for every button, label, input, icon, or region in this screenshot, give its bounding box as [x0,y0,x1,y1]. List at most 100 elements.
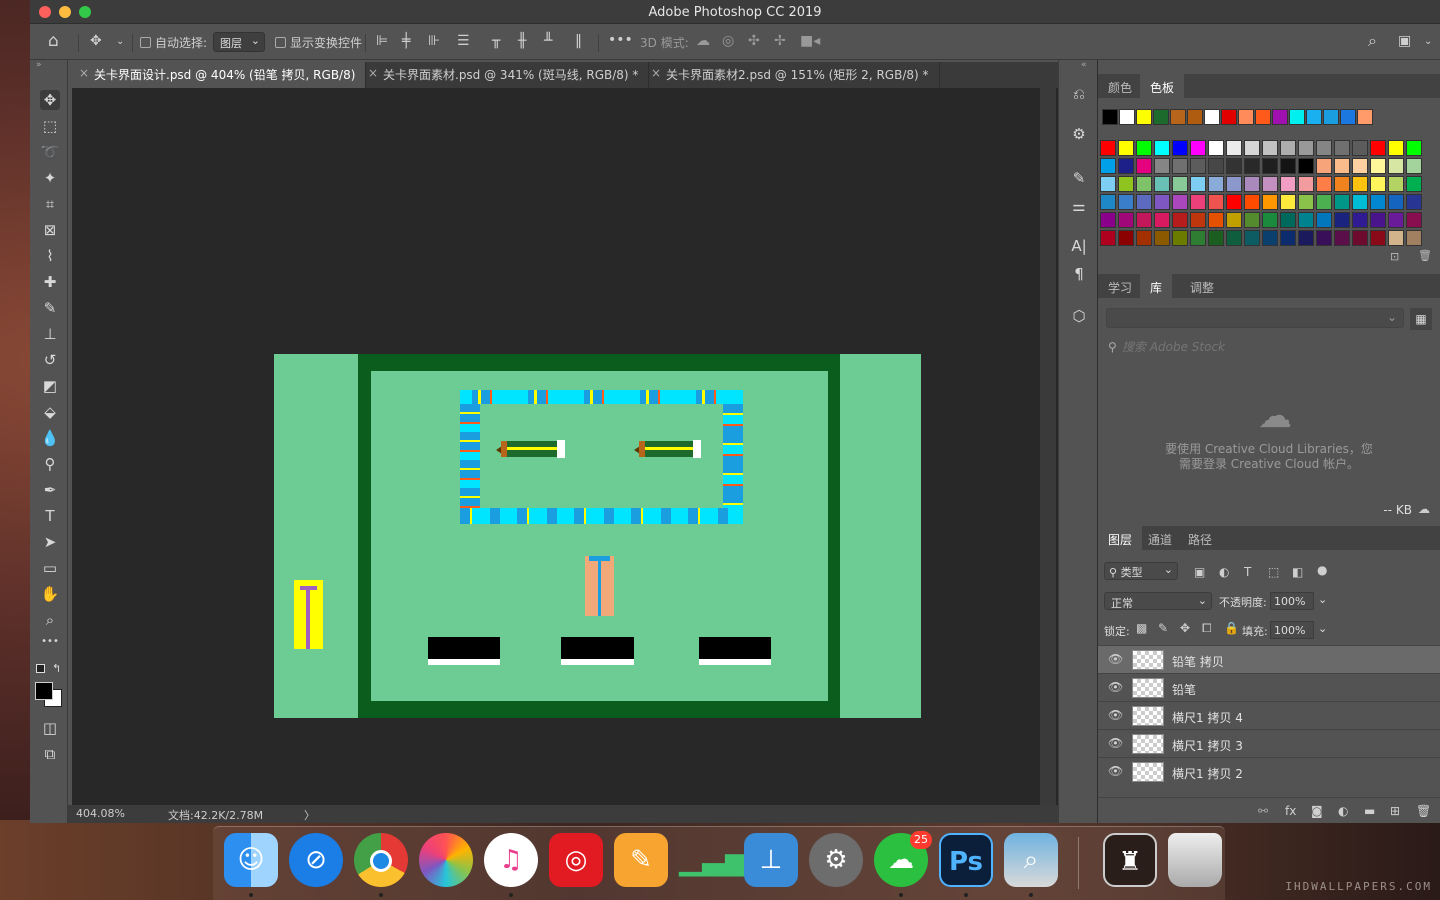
screen-mode-icon[interactable]: ⧉ [40,744,60,764]
distribute-vertical-icon[interactable]: ‖ [575,34,582,48]
recent-swatch[interactable] [1153,109,1169,125]
netease-music-icon[interactable]: ◎ [549,833,603,887]
swatch[interactable] [1370,230,1386,246]
recent-swatch[interactable] [1272,109,1288,125]
default-colors-icon[interactable] [36,664,45,673]
camera-3d-icon[interactable]: ■◂ [800,34,820,48]
swatch[interactable] [1100,176,1116,192]
recent-swatch[interactable] [1170,109,1186,125]
marquee-icon[interactable]: ⬚ [40,116,60,136]
swatch[interactable] [1244,194,1260,210]
swatch[interactable] [1136,230,1152,246]
swatch[interactable] [1316,140,1332,156]
swap-colors-icon[interactable]: ↰ [52,662,61,675]
numbers-icon[interactable]: ▁▃▅ [679,833,748,887]
swatch[interactable] [1262,140,1278,156]
recent-swatch[interactable] [1357,109,1373,125]
swatch[interactable] [1190,212,1206,228]
swatch[interactable] [1406,140,1422,156]
blend-mode-select[interactable]: 正常 ⌄ [1104,592,1212,610]
status-menu-icon[interactable]: 〉 [304,807,315,823]
3d-panel-icon[interactable]: ⚙ [1069,124,1089,144]
layer-row[interactable]: 👁 铅笔 [1098,673,1440,701]
lock-position-icon[interactable]: ✥ [1180,621,1190,635]
close-tab-icon[interactable]: × [651,66,661,80]
swatch[interactable] [1370,212,1386,228]
swatch[interactable] [1280,176,1296,192]
swatch[interactable] [1406,158,1422,174]
swatch[interactable] [1298,212,1314,228]
new-layer-icon[interactable]: ⊞ [1390,804,1400,818]
swatch[interactable] [1208,194,1224,210]
path-select-icon[interactable]: ➤ [40,532,60,552]
swatch[interactable] [1172,158,1188,174]
crop-icon[interactable]: ⌗ [40,194,60,214]
visibility-eye-icon[interactable]: 👁 [1108,680,1123,694]
swatch[interactable] [1118,194,1134,210]
swatch[interactable] [1334,176,1350,192]
paragraph-icon[interactable]: ¶ [1069,264,1089,284]
swatch[interactable] [1136,212,1152,228]
library-select[interactable]: ⌄ [1106,308,1404,328]
tab-paths[interactable]: 路径 [1178,526,1222,550]
fx-icon[interactable]: fx [1285,804,1296,818]
recent-swatch[interactable] [1323,109,1339,125]
new-adjustment-icon[interactable]: ◐ [1338,804,1348,818]
swatch[interactable] [1136,158,1152,174]
fill-input[interactable]: 100% [1270,621,1314,639]
recent-swatch[interactable] [1221,109,1237,125]
chevron-down-icon[interactable]: ⌄ [116,35,124,49]
tab-document-2[interactable]: × 关卡界面素材.psd @ 341% (斑马线, RGB/8) * [361,62,650,88]
swatch[interactable] [1100,194,1116,210]
character-icon[interactable]: A| [1069,236,1089,256]
magic-wand-icon[interactable]: ✦ [40,168,60,188]
recent-swatch[interactable] [1187,109,1203,125]
opacity-input[interactable]: 100% [1270,592,1314,610]
layer-row[interactable]: 👁 铅笔 拷贝 [1098,645,1440,673]
swatch[interactable] [1226,230,1242,246]
swatch[interactable] [1262,212,1278,228]
add-mask-icon[interactable]: ◙ [1311,804,1323,818]
swatch[interactable] [1100,140,1116,156]
swatch[interactable] [1388,212,1404,228]
stock-search-input[interactable] [1122,338,1422,356]
pixel-filter-icon[interactable]: ▣ [1194,565,1205,579]
recent-swatch[interactable] [1119,109,1135,125]
layer-row[interactable]: 👁 横尺1 拷贝 3 [1098,729,1440,757]
swatch[interactable] [1316,194,1332,210]
align-hcenter-icon[interactable]: ╪ [402,34,410,48]
recent-swatch[interactable] [1136,109,1152,125]
frame-icon[interactable]: ⊠ [40,220,60,240]
swatch[interactable] [1262,158,1278,174]
tab-adjustments[interactable]: 调整 [1180,274,1224,298]
swatch[interactable] [1280,158,1296,174]
visibility-eye-icon[interactable]: 👁 [1108,708,1123,722]
rectangle-icon[interactable]: ▭ [40,558,60,578]
properties-icon[interactable]: ⚌ [1069,196,1089,216]
swatch[interactable] [1190,176,1206,192]
stamp-icon[interactable]: ⊥ [40,324,60,344]
more-icon[interactable]: ••• [40,632,60,652]
layer-row[interactable]: 👁 横尺1 拷贝 4 [1098,701,1440,729]
slide-3d-icon[interactable]: ✢ [774,34,786,48]
swatch[interactable] [1388,194,1404,210]
brush-settings-icon[interactable]: ✎ [1069,168,1089,188]
swatch[interactable] [1208,158,1224,174]
swatch[interactable] [1118,230,1134,246]
swatch[interactable] [1280,230,1296,246]
eyedropper-icon[interactable]: ⌇ [40,246,60,266]
lock-transparent-icon[interactable]: ▩ [1136,621,1147,635]
swatch[interactable] [1136,140,1152,156]
swatch[interactable] [1172,176,1188,192]
swatch[interactable] [1280,194,1296,210]
layer-row[interactable]: 👁 横尺1 拷贝 2 [1098,757,1440,785]
bucket-icon[interactable]: ⬙ [40,402,60,422]
swatch[interactable] [1208,212,1224,228]
swatch[interactable] [1406,176,1422,192]
align-vcenter-icon[interactable]: ╫ [518,34,526,48]
swatch[interactable] [1352,194,1368,210]
swatch[interactable] [1100,158,1116,174]
swatch[interactable] [1406,230,1422,246]
swatch[interactable] [1316,212,1332,228]
swatch[interactable] [1388,140,1404,156]
